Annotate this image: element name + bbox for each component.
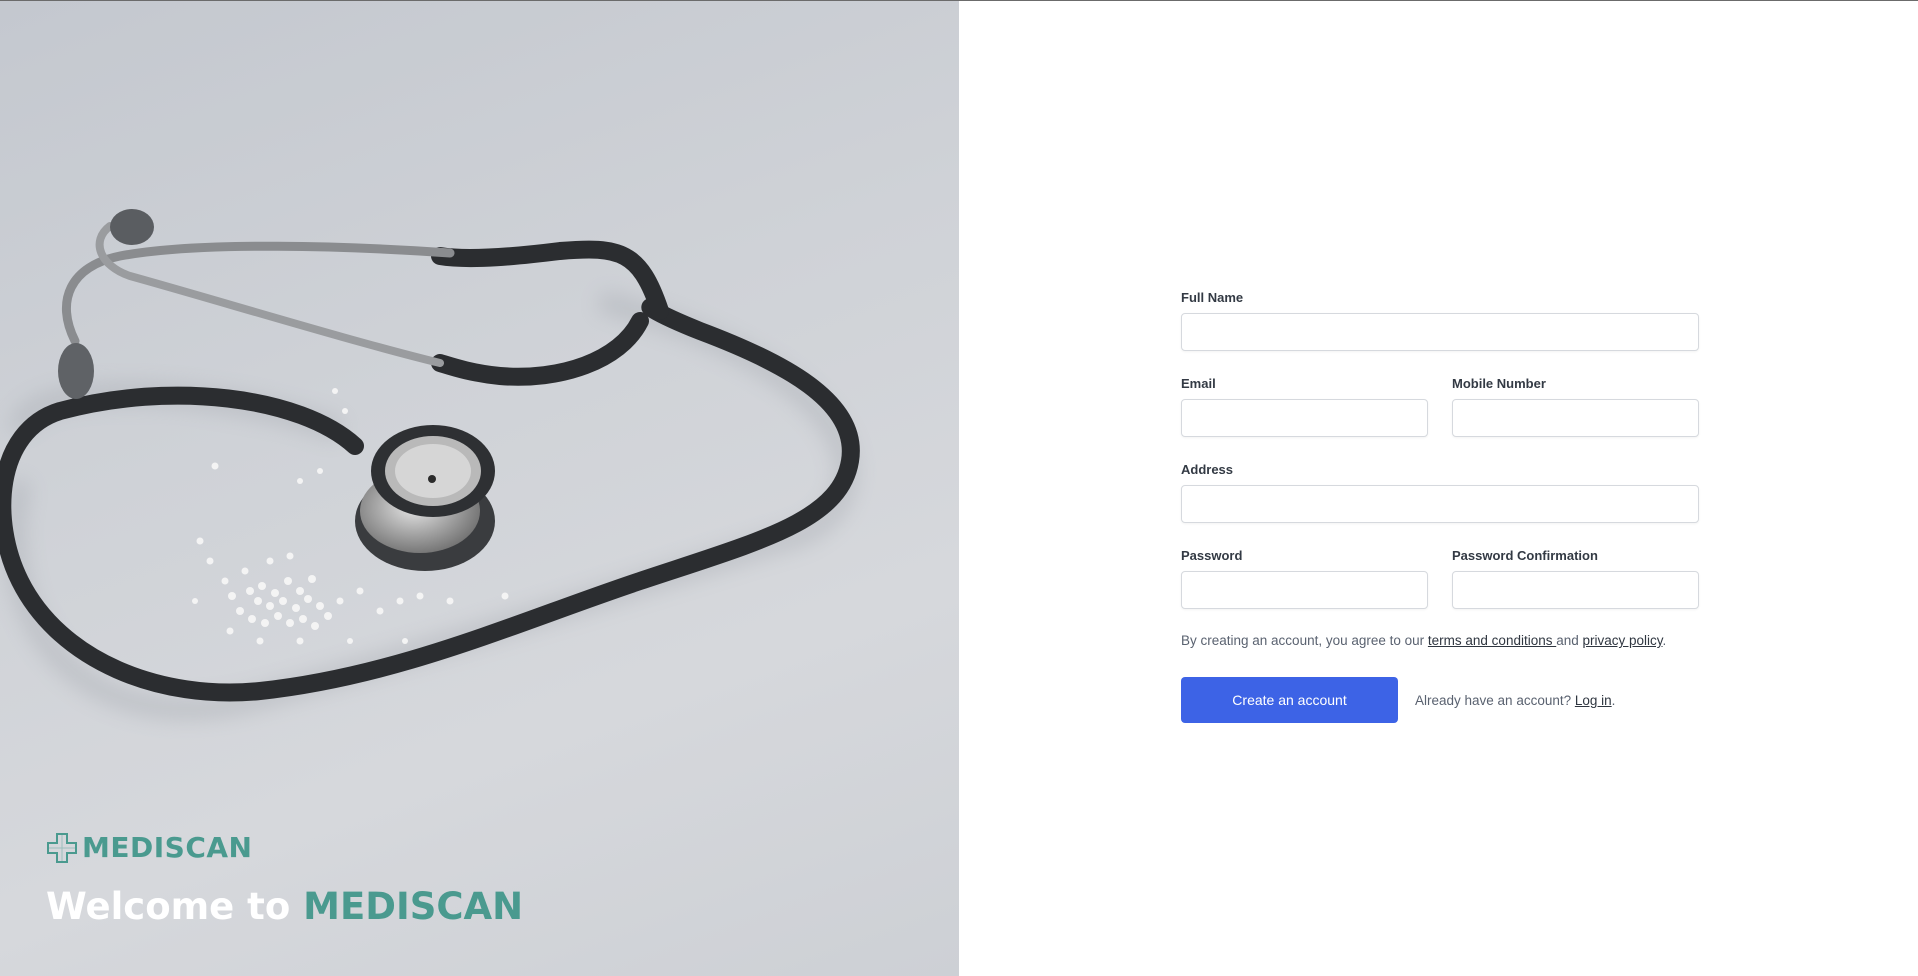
terms-notice: By creating an account, you agree to our… — [1181, 632, 1699, 650]
password-row: Password Password Confirmation — [1181, 548, 1699, 609]
password-confirm-col: Password Confirmation — [1452, 548, 1699, 609]
terms-suffix: . — [1662, 633, 1667, 648]
password-col: Password — [1181, 548, 1428, 609]
password-label: Password — [1181, 548, 1243, 563]
brand-logo: MEDISCAN — [46, 831, 252, 864]
form-panel: Full Name Email Mobile Number Address Pa… — [959, 1, 1918, 976]
terms-middle: and — [1556, 633, 1583, 648]
address-input[interactable] — [1181, 485, 1699, 523]
signup-page: MEDISCAN Welcome to MEDISCAN Full Name E… — [0, 0, 1918, 976]
contact-row: Email Mobile Number — [1181, 376, 1699, 437]
privacy-link[interactable]: privacy policy — [1583, 633, 1663, 648]
mobile-label: Mobile Number — [1452, 376, 1546, 391]
form-actions: Create an account Already have an accoun… — [1181, 677, 1699, 723]
full-name-label: Full Name — [1181, 290, 1244, 305]
terms-prefix: By creating an account, you agree to our — [1181, 633, 1428, 648]
signup-form: Full Name Email Mobile Number Address Pa… — [1181, 290, 1699, 723]
welcome-brand: MEDISCAN — [303, 885, 524, 928]
email-label: Email — [1181, 376, 1216, 391]
create-account-button[interactable]: Create an account — [1181, 677, 1398, 723]
login-link[interactable]: Log in — [1575, 693, 1612, 708]
email-input[interactable] — [1181, 399, 1428, 437]
terms-link[interactable]: terms and conditions — [1428, 633, 1556, 648]
address-label: Address — [1181, 462, 1234, 477]
welcome-prefix: Welcome to — [46, 885, 304, 928]
login-prompt-text: Already have an account? — [1415, 692, 1575, 708]
password-confirm-label: Password Confirmation — [1452, 548, 1598, 563]
full-name-input[interactable] — [1181, 313, 1699, 351]
medical-cross-icon — [46, 832, 78, 864]
login-suffix: . — [1611, 692, 1616, 708]
mobile-col: Mobile Number — [1452, 376, 1699, 437]
password-confirm-input[interactable] — [1452, 571, 1699, 609]
mobile-input[interactable] — [1452, 399, 1699, 437]
full-name-row: Full Name — [1181, 290, 1699, 351]
address-row: Address — [1181, 462, 1699, 523]
password-input[interactable] — [1181, 571, 1428, 609]
brand-name: MEDISCAN — [82, 831, 253, 864]
login-prompt: Already have an account? Log in. — [1415, 693, 1615, 708]
hero-panel: MEDISCAN Welcome to MEDISCAN — [0, 1, 959, 976]
stethoscope-photo — [0, 209, 860, 720]
email-col: Email — [1181, 376, 1428, 437]
welcome-heading: Welcome to MEDISCAN — [46, 885, 523, 928]
